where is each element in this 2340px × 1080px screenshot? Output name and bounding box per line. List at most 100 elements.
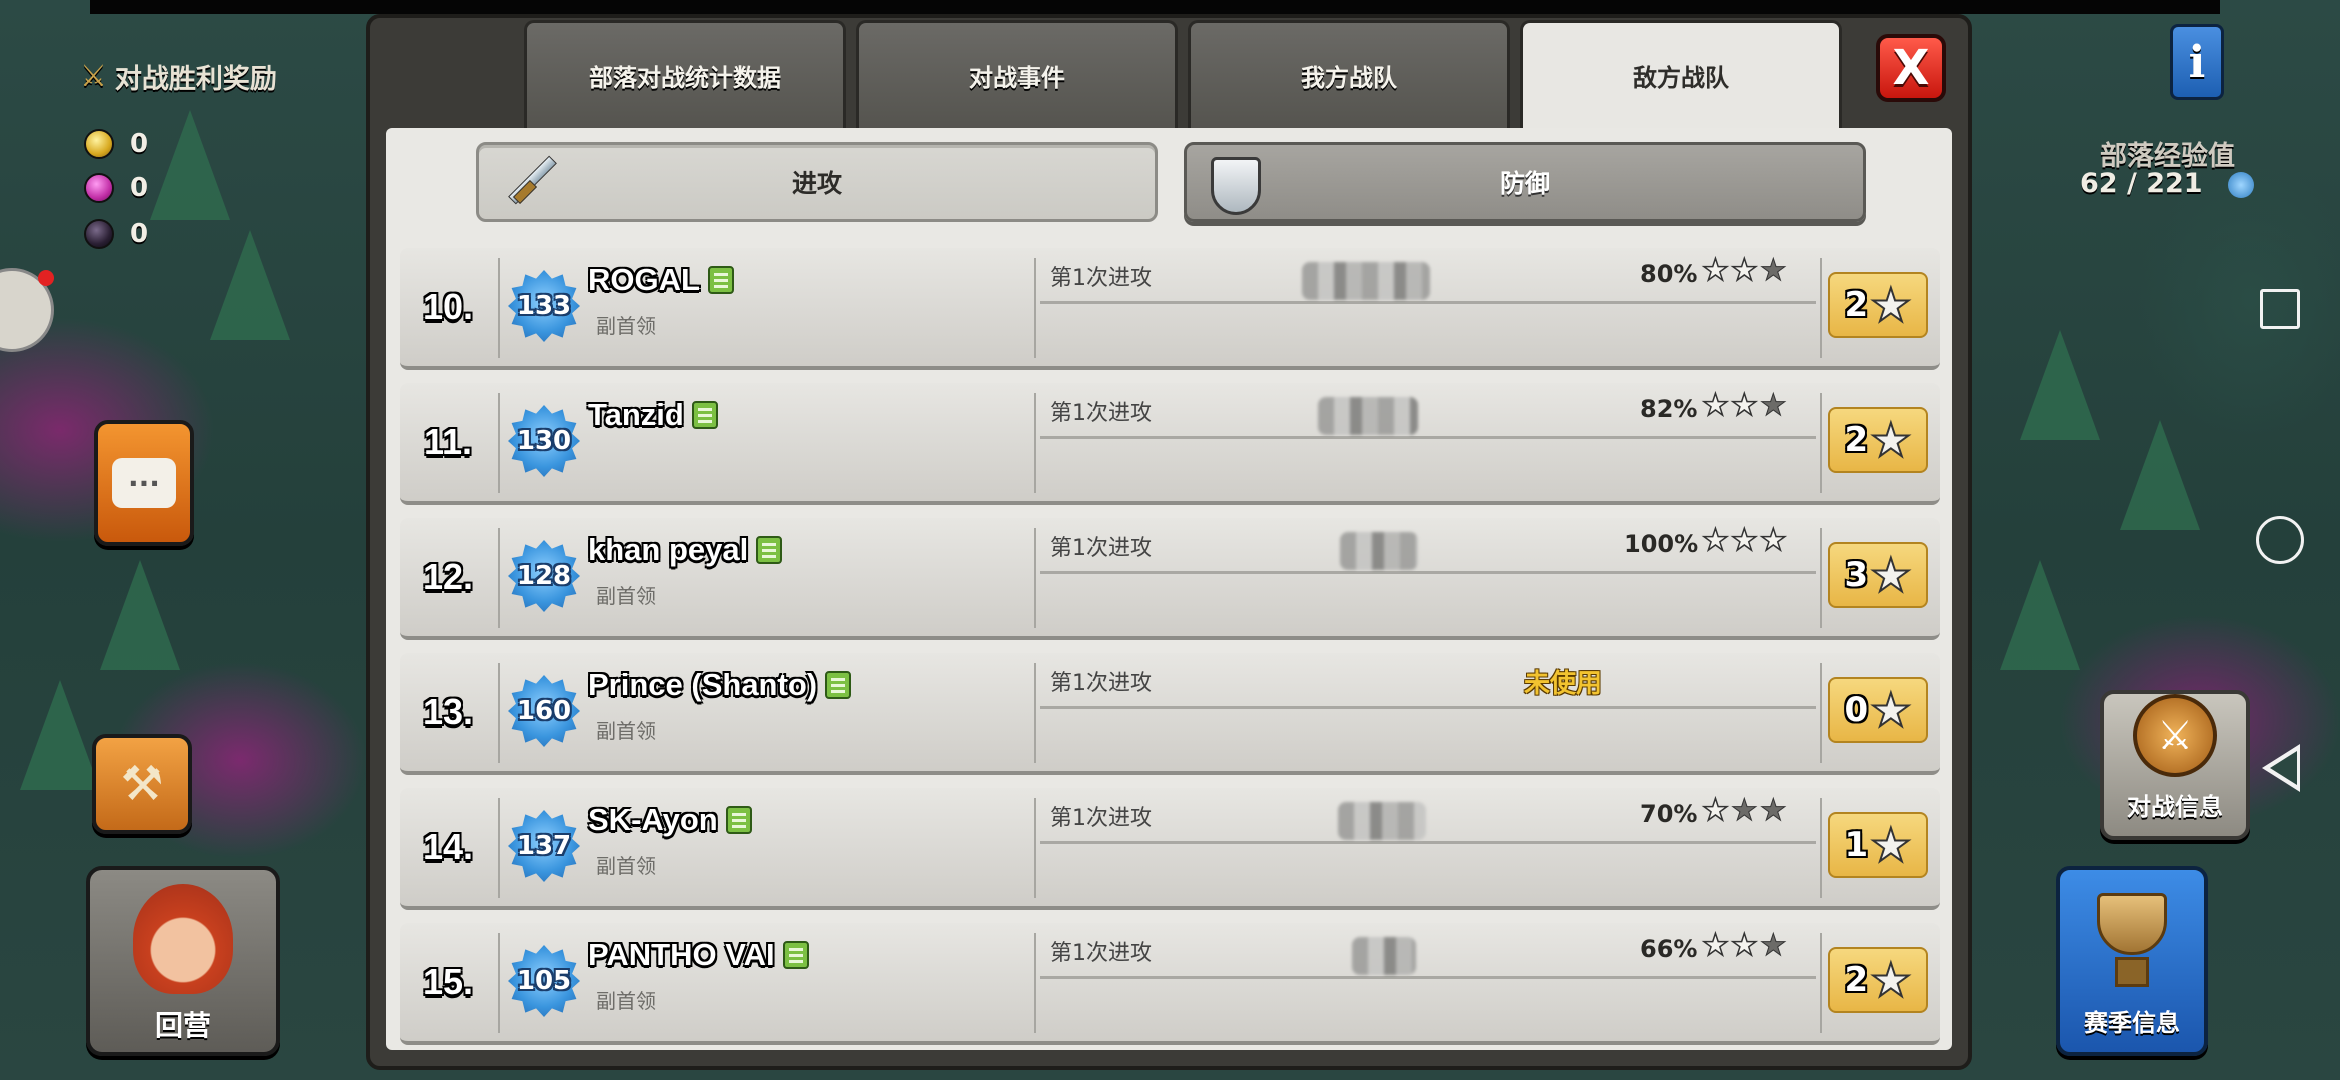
member-row[interactable]: 11. 130 Tanzid 第1次进攻 82% ★ ★ ★ 2 ★ [400,383,1940,505]
star-earned-icon: ★ [1730,928,1758,963]
tab-clan-war-stats[interactable]: 部落对战统计数据 [524,20,846,128]
member-rank: 14. [422,826,474,867]
member-name: Prince (Shanto) [588,667,818,702]
tab-enemy-team[interactable]: 敌方战队 [1520,20,1842,128]
home-button[interactable] [2256,516,2304,564]
member-rank: 11. [423,421,473,462]
defense-subtab[interactable]: 防御 [1184,142,1866,222]
attack-number-label: 第1次进攻 [1050,401,1152,426]
member-name: SK-Ayon [588,802,718,837]
season-info-button[interactable]: 赛季信息 [2056,866,2208,1056]
defense-subtab-label: 防御 [1499,169,1550,198]
gold-icon [84,129,114,159]
member-rank: 13. [422,691,474,732]
member-list: 10. 133 ROGAL 副首领 第1次进攻 80% ★ ★ ★ 2 ★ 11. … [400,248,1940,1058]
tree-decoration [20,680,100,790]
close-button[interactable]: X [1876,34,1946,102]
destruction-percent: 100% [1624,530,1699,558]
member-row[interactable]: 10. 133 ROGAL 副首领 第1次进攻 80% ★ ★ ★ 2 ★ [400,248,1940,370]
battle-button[interactable]: ⚒ [92,734,192,834]
level-number: 133 [516,291,572,321]
notes-icon[interactable] [725,806,752,834]
divider [1034,258,1036,358]
divider [1820,258,1822,358]
star-empty-icon: ★ [1759,388,1787,423]
total-stars-box: 0 ★ [1828,677,1928,743]
total-stars-box: 2 ★ [1828,407,1928,473]
member-role: 副首领 [596,584,656,608]
member-row[interactable]: 14. 137 SK-Ayon 副首领 第1次进攻 70% ★ ★ ★ 1 ★ [400,788,1940,910]
gold-value: 0 [130,129,149,159]
member-role: 副首领 [596,854,656,878]
divider [1034,663,1036,763]
member-name-group: PANTHO VAI [588,935,809,975]
attack-result: 第1次进攻 未使用 [1040,653,1816,771]
divider [498,933,500,1033]
divider [1820,798,1822,898]
attack-number-label: 第1次进攻 [1050,266,1152,291]
star-icon: ★ [1869,953,1912,1007]
total-stars-box: 2 ★ [1828,947,1928,1013]
divider [1820,393,1822,493]
member-row[interactable]: 15. 105 PANTHO VAI 副首领 第1次进攻 66% ★ ★ ★ 2 ★ [400,923,1940,1045]
attack-number-label: 第1次进攻 [1050,806,1152,831]
back-button[interactable] [2262,744,2300,792]
star-icon: ★ [1869,413,1912,467]
divider [498,393,500,493]
town-hall-level-badge: 160 [508,675,580,747]
member-role: 副首领 [596,719,656,743]
town-hall-level-badge: 133 [508,270,580,342]
star-empty-icon: ★ [1759,928,1787,963]
total-stars-count: 0 [1844,690,1869,730]
war-info-button[interactable]: ⚔ 对战信息 [2100,690,2250,840]
attack-stars: ★ ★ ★ [1701,388,1787,423]
attack-number-label: 第1次进攻 [1050,941,1152,966]
return-home-button[interactable]: 回营 [86,866,280,1056]
notes-icon[interactable] [782,941,809,969]
notification-dot [38,270,54,286]
tab-label: 敌方战队 [1633,64,1729,92]
notes-icon[interactable] [707,266,734,294]
star-icon: ★ [1869,548,1912,602]
chat-button[interactable]: ··· [94,420,194,546]
star-earned-icon: ★ [1730,253,1758,288]
redacted-target-name [1352,937,1416,975]
crossed-swords-icon: ⚔ [2133,694,2217,777]
attack-stars: ★ ★ ★ [1701,928,1787,963]
redacted-target-name [1340,532,1418,570]
destruction-percent: 82% [1640,395,1698,423]
tab-label: 对战事件 [969,64,1065,92]
star-earned-icon: ★ [1730,388,1758,423]
notes-icon[interactable] [756,536,783,564]
top-status-bar [90,0,2220,14]
divider [1034,393,1036,493]
elixir-icon [84,173,114,203]
member-row[interactable]: 13. 160 Prince (Shanto) 副首领 第1次进攻 未使用 0 … [400,653,1940,775]
notes-icon[interactable] [691,401,718,429]
tab-war-events[interactable]: 对战事件 [856,20,1178,128]
attack-subtab[interactable]: 进攻 [476,142,1158,222]
total-stars-count: 2 [1844,285,1869,325]
elixir-value: 0 [130,173,149,203]
tab-my-team[interactable]: 我方战队 [1188,20,1510,128]
recent-apps-button[interactable] [2260,289,2300,329]
divider [1820,933,1822,1033]
divider [1034,798,1036,898]
notes-icon[interactable] [825,671,852,699]
shield-icon [1211,157,1265,215]
dark-elixir-reward: 0 [84,218,148,250]
member-row[interactable]: 12. 128 khan peyal 副首领 第1次进攻 100% ★ ★ ★ 3 … [400,518,1940,640]
tree-decoration [2000,560,2080,670]
elixir-reward: 0 [84,172,148,204]
redacted-target-name [1318,397,1418,435]
dark-elixir-icon [84,219,114,249]
attack-line: 第1次进攻 80% ★ ★ ★ [1040,248,1816,304]
total-stars-count: 2 [1844,420,1869,460]
dark-elixir-value: 0 [130,219,149,249]
member-rank: 12. [422,556,474,597]
attack-number-label: 第1次进攻 [1050,671,1152,696]
info-button[interactable]: i [2170,24,2224,100]
destruction-percent: 66% [1640,935,1698,963]
member-name: ROGAL [588,262,700,297]
attack-number-label: 第1次进攻 [1050,536,1152,561]
